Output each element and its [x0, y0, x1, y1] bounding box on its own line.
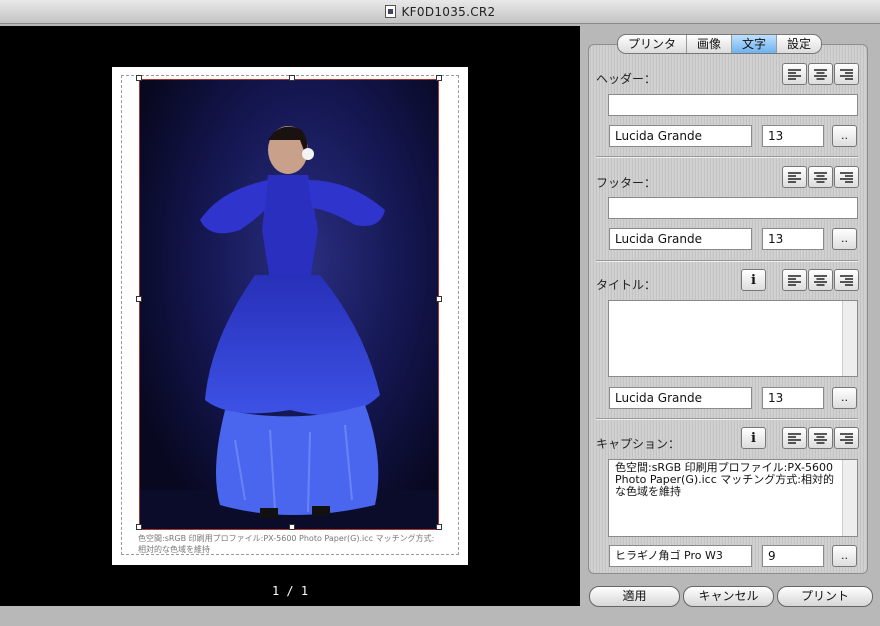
align-left-icon — [788, 274, 801, 286]
align-right-button[interactable] — [834, 166, 859, 188]
info-icon: i — [751, 272, 756, 288]
header-label: ヘッダー： — [596, 72, 657, 86]
caption-align-group — [782, 427, 859, 449]
align-left-button[interactable] — [782, 269, 807, 291]
align-center-icon — [814, 274, 827, 286]
align-center-icon — [814, 432, 827, 444]
footer-font-field[interactable]: Lucida Grande — [609, 228, 752, 250]
caption-text-area[interactable]: 色空間:sRGB 印刷用プロファイル:PX-5600 Photo Paper(G… — [608, 459, 858, 537]
align-center-button[interactable] — [808, 269, 833, 291]
title-text-area[interactable] — [608, 300, 858, 377]
align-center-icon — [814, 171, 827, 183]
print-preview: 色空間:sRGB 印刷用プロファイル:PX-5600 Photo Paper(G… — [0, 26, 580, 606]
header-align-group — [782, 63, 859, 85]
caption-preview-text: 色空間:sRGB 印刷用プロファイル:PX-5600 Photo Paper(G… — [138, 534, 435, 554]
title-font-field[interactable]: Lucida Grande — [609, 387, 752, 409]
dancer-image — [140, 126, 438, 529]
info-icon: i — [751, 430, 756, 446]
align-right-icon — [840, 432, 853, 444]
resize-handle[interactable] — [136, 524, 142, 530]
footer-align-group — [782, 166, 859, 188]
footer-label: フッター： — [596, 176, 657, 190]
align-center-icon — [814, 68, 827, 80]
header-text-field[interactable] — [608, 94, 858, 116]
title-font-picker-button[interactable]: .. — [832, 387, 857, 409]
resize-handle[interactable] — [136, 296, 142, 302]
resize-handle[interactable] — [436, 75, 442, 81]
footer-font-picker-button[interactable]: .. — [832, 228, 857, 250]
title-align-group — [782, 269, 859, 291]
align-left-icon — [788, 68, 801, 80]
header-font-picker-button[interactable]: .. — [832, 125, 857, 147]
title-info-button[interactable]: i — [741, 269, 766, 291]
header-font-field[interactable]: Lucida Grande — [609, 125, 752, 147]
caption-size-field[interactable]: 9 — [762, 545, 824, 567]
caption-label: キャプション： — [596, 437, 681, 451]
resize-handle[interactable] — [436, 296, 442, 302]
tab-printer[interactable]: プリンタ — [618, 35, 688, 53]
tab-text[interactable]: 文字 — [732, 35, 778, 53]
align-center-button[interactable] — [808, 63, 833, 85]
header-size-field[interactable]: 13 — [762, 125, 824, 147]
tab-settings[interactable]: 設定 — [777, 35, 821, 53]
align-left-button[interactable] — [782, 427, 807, 449]
align-left-icon — [788, 432, 801, 444]
page-indicator: 1 / 1 — [271, 584, 309, 598]
caption-font-field[interactable]: ヒラギノ角ゴ Pro W3 — [609, 545, 752, 567]
title-label: タイトル： — [596, 278, 657, 292]
footer-text-field[interactable] — [608, 197, 858, 219]
align-left-button[interactable] — [782, 63, 807, 85]
caption-font-picker-button[interactable]: .. — [832, 545, 857, 567]
caption-info-button[interactable]: i — [741, 427, 766, 449]
print-button[interactable]: プリント — [777, 586, 873, 607]
footer-size-field[interactable]: 13 — [762, 228, 824, 250]
divider — [596, 260, 858, 262]
align-left-icon — [788, 171, 801, 183]
resize-handle[interactable] — [289, 524, 295, 530]
align-right-icon — [840, 68, 853, 80]
divider — [596, 156, 858, 158]
title-size-field[interactable]: 13 — [762, 387, 824, 409]
align-right-icon — [840, 171, 853, 183]
title-bar: KF0D1035.CR2 — [0, 0, 880, 24]
align-center-button[interactable] — [808, 427, 833, 449]
align-right-icon — [840, 274, 853, 286]
resize-handle[interactable] — [289, 75, 295, 81]
align-right-button[interactable] — [834, 269, 859, 291]
divider — [596, 418, 858, 420]
tab-image[interactable]: 画像 — [687, 35, 733, 53]
align-left-button[interactable] — [782, 166, 807, 188]
align-right-button[interactable] — [834, 427, 859, 449]
cancel-button[interactable]: キャンセル — [683, 586, 774, 607]
document-icon — [384, 5, 396, 18]
align-center-button[interactable] — [808, 166, 833, 188]
tab-bar: プリンタ 画像 文字 設定 — [617, 34, 823, 54]
apply-button[interactable]: 適用 — [589, 586, 680, 607]
resize-handle[interactable] — [436, 524, 442, 530]
window-title: KF0D1035.CR2 — [401, 4, 496, 19]
preview-photo[interactable] — [139, 79, 439, 530]
resize-handle[interactable] — [136, 75, 142, 81]
align-right-button[interactable] — [834, 63, 859, 85]
